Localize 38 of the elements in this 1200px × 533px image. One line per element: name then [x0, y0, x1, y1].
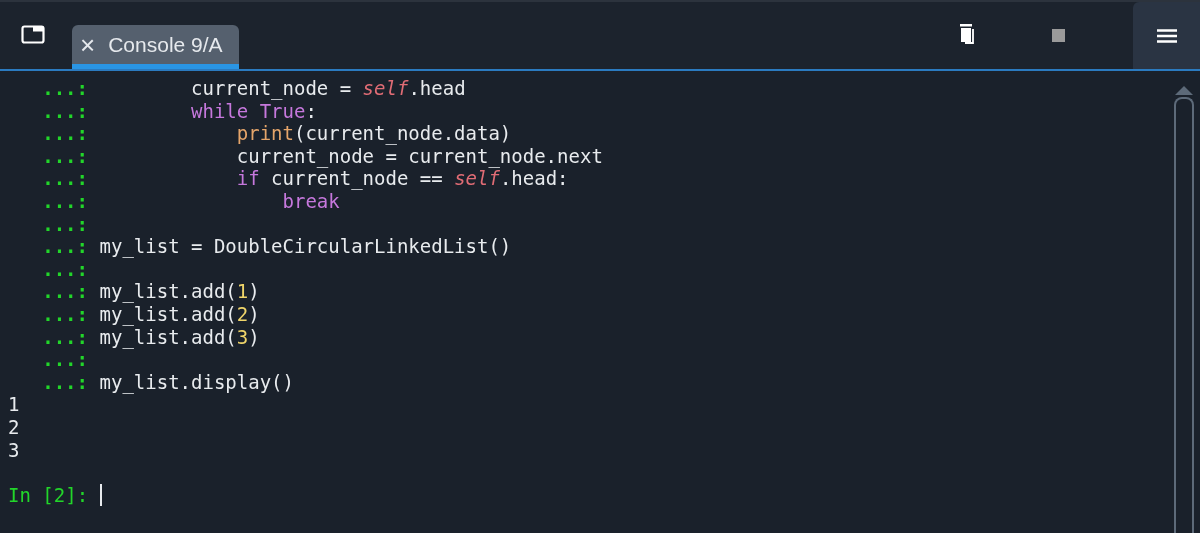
console-tab[interactable]: × Console 9/A — [72, 25, 239, 69]
continuation-prompt: ...: — [41, 99, 88, 123]
code-line: while True: — [190, 99, 317, 123]
code-line: print(current_node.data) — [235, 122, 512, 145]
continuation-prompt: ...: — [41, 302, 88, 326]
menu-button[interactable] — [1133, 2, 1200, 69]
output-line: 1 — [8, 393, 20, 416]
menu-icon — [1156, 28, 1177, 43]
continuation-prompt: ...: — [41, 257, 88, 281]
code-line: if current_node == self.head: — [235, 167, 569, 190]
continuation-prompt: ...: — [41, 189, 88, 213]
code-line: current_node = current_node.next — [235, 144, 603, 168]
continuation-prompt: ...: — [41, 370, 88, 394]
code-line: my_list = DoubleCircularLinkedList() — [99, 235, 512, 258]
continuation-prompt: ...: — [41, 144, 88, 168]
output-line: 2 — [8, 415, 20, 439]
code-line: break — [282, 189, 340, 213]
code-line: my_list.add(1) — [99, 280, 260, 303]
input-prompt: In [2]: — [8, 483, 89, 507]
output-line: 3 — [8, 438, 20, 462]
continuation-prompt: ...: — [41, 122, 88, 145]
continuation-prompt: ...: — [41, 280, 88, 303]
continuation-prompt: ...: — [41, 212, 88, 236]
code-line: my_list.add(3) — [99, 325, 260, 349]
code-line: my_list.display() — [99, 370, 294, 394]
continuation-prompt: ...: — [41, 235, 88, 258]
continuation-prompt: ...: — [41, 167, 88, 190]
window-icon[interactable] — [21, 25, 45, 44]
close-icon[interactable]: × — [80, 31, 96, 58]
text-cursor — [99, 483, 102, 506]
continuation-prompt: ...: — [41, 325, 88, 349]
tab-label: Console 9/A — [108, 32, 223, 57]
code-line: my_list.add(2) — [99, 302, 260, 326]
continuation-prompt: ...: — [41, 77, 88, 100]
scrollbar-track[interactable] — [1174, 97, 1194, 533]
scroll-up-icon[interactable] — [1175, 85, 1193, 95]
continuation-prompt: ...: — [41, 348, 88, 371]
code-line: current_node = self.head — [190, 77, 466, 100]
